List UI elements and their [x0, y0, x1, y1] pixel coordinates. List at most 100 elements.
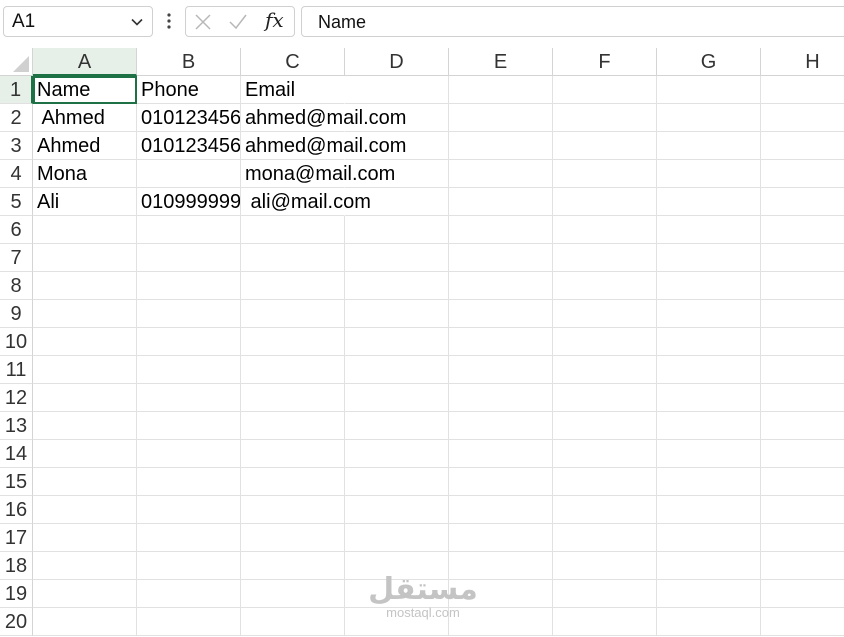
cell-c20[interactable] [241, 608, 345, 636]
cell-a17[interactable] [33, 524, 137, 552]
column-header-d[interactable]: D [345, 48, 449, 76]
cell-a18[interactable] [33, 552, 137, 580]
cell-f18[interactable] [553, 552, 657, 580]
column-header-f[interactable]: F [553, 48, 657, 76]
cell-a11[interactable] [33, 356, 137, 384]
cell-b9[interactable] [137, 300, 241, 328]
cell-d15[interactable] [345, 468, 449, 496]
cell-g2[interactable] [657, 104, 761, 132]
row-header-4[interactable]: 4 [0, 160, 33, 188]
cell-g17[interactable] [657, 524, 761, 552]
cell-h2[interactable] [761, 104, 844, 132]
cell-b7[interactable] [137, 244, 241, 272]
cell-f4[interactable] [553, 160, 657, 188]
cell-a12[interactable] [33, 384, 137, 412]
column-header-c[interactable]: C [241, 48, 345, 76]
cell-g6[interactable] [657, 216, 761, 244]
column-header-a[interactable]: A [33, 48, 137, 76]
cell-f11[interactable] [553, 356, 657, 384]
chevron-down-icon[interactable] [130, 15, 144, 29]
cell-c6[interactable] [241, 216, 345, 244]
select-all-button[interactable] [0, 48, 33, 76]
cell-f7[interactable] [553, 244, 657, 272]
cell-e9[interactable] [449, 300, 553, 328]
cell-e13[interactable] [449, 412, 553, 440]
cell-c17[interactable] [241, 524, 345, 552]
cell-a16[interactable] [33, 496, 137, 524]
cell-b6[interactable] [137, 216, 241, 244]
cell-a1[interactable]: Name [33, 76, 137, 104]
cell-f2[interactable] [553, 104, 657, 132]
cell-b3[interactable]: 0101234567 [137, 132, 241, 160]
row-header-7[interactable]: 7 [0, 244, 33, 272]
cell-h10[interactable] [761, 328, 844, 356]
cell-g4[interactable] [657, 160, 761, 188]
more-options-icon[interactable] [162, 10, 176, 32]
cancel-icon[interactable] [194, 13, 212, 31]
cell-e11[interactable] [449, 356, 553, 384]
cell-g13[interactable] [657, 412, 761, 440]
cell-a14[interactable] [33, 440, 137, 468]
cell-f17[interactable] [553, 524, 657, 552]
cell-g5[interactable] [657, 188, 761, 216]
cell-d11[interactable] [345, 356, 449, 384]
cell-a20[interactable] [33, 608, 137, 636]
cell-g11[interactable] [657, 356, 761, 384]
formula-input[interactable]: Name [301, 6, 844, 37]
cell-g7[interactable] [657, 244, 761, 272]
cell-g1[interactable] [657, 76, 761, 104]
row-header-5[interactable]: 5 [0, 188, 33, 216]
cell-h7[interactable] [761, 244, 844, 272]
cell-d13[interactable] [345, 412, 449, 440]
row-header-18[interactable]: 18 [0, 552, 33, 580]
cell-h8[interactable] [761, 272, 844, 300]
cell-d2[interactable] [345, 104, 449, 132]
cell-h17[interactable] [761, 524, 844, 552]
cell-f3[interactable] [553, 132, 657, 160]
column-header-b[interactable]: B [137, 48, 241, 76]
cell-f10[interactable] [553, 328, 657, 356]
row-header-11[interactable]: 11 [0, 356, 33, 384]
cell-h9[interactable] [761, 300, 844, 328]
cell-d1[interactable] [345, 76, 449, 104]
cell-h3[interactable] [761, 132, 844, 160]
cell-b2[interactable]: 0101234567 [137, 104, 241, 132]
cell-b10[interactable] [137, 328, 241, 356]
cell-b12[interactable] [137, 384, 241, 412]
cell-c5[interactable]: ali@mail.com [241, 188, 371, 216]
row-header-17[interactable]: 17 [0, 524, 33, 552]
row-header-14[interactable]: 14 [0, 440, 33, 468]
cell-d12[interactable] [345, 384, 449, 412]
cell-h11[interactable] [761, 356, 844, 384]
row-header-16[interactable]: 16 [0, 496, 33, 524]
cell-a10[interactable] [33, 328, 137, 356]
cell-f14[interactable] [553, 440, 657, 468]
cell-h20[interactable] [761, 608, 844, 636]
row-header-6[interactable]: 6 [0, 216, 33, 244]
cell-g19[interactable] [657, 580, 761, 608]
cell-e5[interactable] [449, 188, 553, 216]
cell-b15[interactable] [137, 468, 241, 496]
cell-h14[interactable] [761, 440, 844, 468]
cell-a4[interactable]: Mona [33, 160, 137, 188]
name-box[interactable]: A1 [3, 6, 153, 37]
cell-b5[interactable]: 0109999999 [137, 188, 241, 216]
cell-c18[interactable] [241, 552, 345, 580]
cell-a3[interactable]: Ahmed [33, 132, 137, 160]
cell-d5[interactable] [345, 188, 449, 216]
cell-c4[interactable]: mona@mail.com [241, 160, 395, 188]
row-header-8[interactable]: 8 [0, 272, 33, 300]
cell-h18[interactable] [761, 552, 844, 580]
column-header-e[interactable]: E [449, 48, 553, 76]
row-header-13[interactable]: 13 [0, 412, 33, 440]
cell-c8[interactable] [241, 272, 345, 300]
cell-d7[interactable] [345, 244, 449, 272]
cell-g15[interactable] [657, 468, 761, 496]
cell-f5[interactable] [553, 188, 657, 216]
cell-f20[interactable] [553, 608, 657, 636]
cell-c2[interactable]: ahmed@mail.com [241, 104, 406, 132]
cell-d6[interactable] [345, 216, 449, 244]
cell-g9[interactable] [657, 300, 761, 328]
cell-e16[interactable] [449, 496, 553, 524]
cell-h5[interactable] [761, 188, 844, 216]
